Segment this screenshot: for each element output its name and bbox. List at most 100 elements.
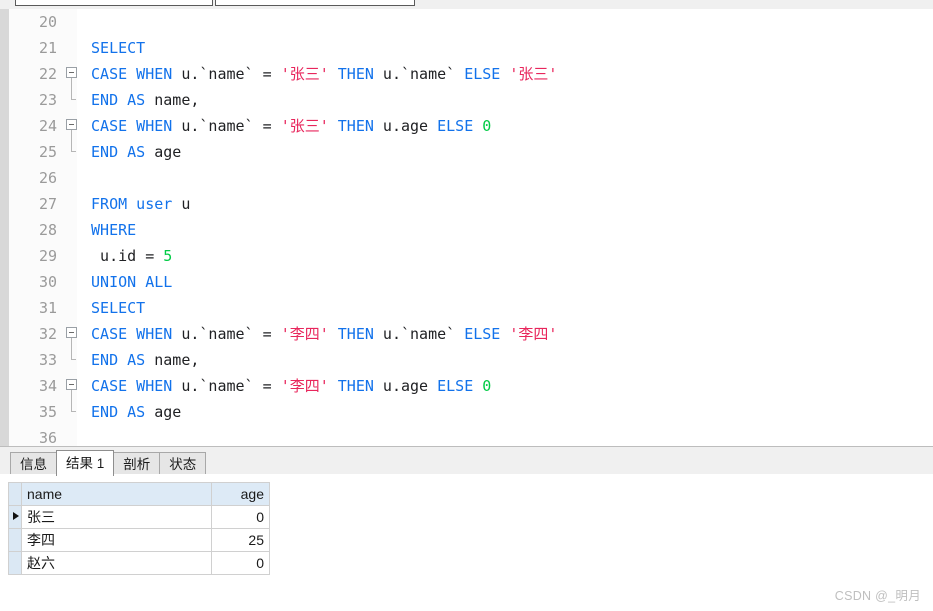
code-fold-toggle[interactable]	[64, 321, 82, 347]
cell-name[interactable]: 李四	[21, 528, 212, 552]
token-id	[82, 91, 91, 109]
editor-line[interactable]: 33 END AS name,	[9, 347, 933, 373]
editor-line[interactable]: 35 END AS age	[9, 399, 933, 425]
token-kw: END AS	[91, 351, 146, 369]
editor-line[interactable]: 30 UNION ALL	[9, 269, 933, 295]
line-number: 35	[38, 403, 57, 421]
token-str: '张三'	[280, 65, 329, 83]
code-fold-toggle[interactable]	[64, 61, 82, 87]
token-kw: SELECT	[91, 39, 146, 57]
line-content: u.id = 5	[82, 243, 172, 269]
line-content: WHERE	[82, 217, 136, 243]
line-content: FROM user u	[82, 191, 190, 217]
toolbar-input-right[interactable]	[215, 0, 415, 6]
cell-age[interactable]: 0	[211, 551, 270, 575]
token-id: u	[172, 195, 191, 213]
sql-editor[interactable]: 20 21 SELECT 22 CASE WHEN u.`name` = '张三' …	[0, 9, 933, 446]
line-number: 21	[38, 39, 57, 57]
code-fold-toggle[interactable]	[64, 113, 82, 139]
editor-line[interactable]: 31 SELECT	[9, 295, 933, 321]
token-id	[82, 221, 91, 239]
editor-line[interactable]: 26	[9, 165, 933, 191]
table-row[interactable]: 李四 25	[8, 528, 270, 552]
token-num: 0	[482, 117, 492, 135]
editor-code-area[interactable]: 20 21 SELECT 22 CASE WHEN u.`name` = '张三' …	[9, 9, 933, 446]
line-content: END AS name,	[82, 347, 199, 373]
token-id: name,	[145, 91, 200, 109]
token-id	[82, 299, 91, 317]
token-id	[329, 117, 338, 135]
table-row[interactable]: 张三 0	[8, 505, 270, 529]
editor-line[interactable]: 28 WHERE	[9, 217, 933, 243]
token-id	[329, 65, 338, 83]
line-number: 23	[38, 91, 57, 109]
watermark: CSDN @_明月	[834, 589, 921, 603]
editor-line[interactable]: 23 END AS name,	[9, 87, 933, 113]
token-id: u.`name` =	[172, 117, 281, 135]
editor-line[interactable]: 25 END AS age	[9, 139, 933, 165]
result-tab-2[interactable]: 剖析	[113, 452, 161, 476]
token-kw: ELSE	[437, 117, 474, 135]
line-number: 26	[38, 169, 57, 187]
editor-line[interactable]: 24 CASE WHEN u.`name` = '张三' THEN u.age …	[9, 113, 933, 139]
cell-name[interactable]: 张三	[21, 505, 212, 529]
line-number: 33	[38, 351, 57, 369]
token-id	[329, 325, 338, 343]
toolbar-input-left[interactable]	[15, 0, 213, 6]
cell-age[interactable]: 0	[211, 505, 270, 529]
column-header-name[interactable]: name	[21, 482, 212, 506]
token-id	[82, 273, 91, 291]
line-number: 32	[38, 325, 57, 343]
editor-line[interactable]: 27 FROM user u	[9, 191, 933, 217]
token-kw: SELECT	[91, 299, 146, 317]
code-fold-toggle[interactable]	[64, 373, 82, 399]
token-id	[82, 195, 91, 213]
column-header-age[interactable]: age	[211, 482, 270, 506]
result-tab-1[interactable]: 结果 1	[56, 450, 115, 476]
table-row[interactable]: 赵六 0	[8, 551, 270, 575]
line-number: 36	[38, 429, 57, 446]
line-content: CASE WHEN u.`name` = '李四' THEN u.age ELS…	[82, 373, 491, 399]
token-id: u.`name`	[373, 325, 465, 343]
row-selector-cell[interactable]	[8, 528, 22, 552]
editor-line[interactable]: 29 u.id = 5	[9, 243, 933, 269]
result-grid[interactable]: name age 张三 0 李四 25 赵六 0	[8, 482, 270, 575]
line-content: SELECT	[82, 295, 145, 321]
line-content: CASE WHEN u.`name` = '张三' THEN u.`name` …	[82, 61, 557, 87]
token-id	[82, 403, 91, 421]
token-id	[82, 377, 91, 395]
token-id: u.`name` =	[172, 65, 281, 83]
token-id	[329, 377, 338, 395]
token-kw: WHERE	[91, 221, 137, 239]
line-content: END AS age	[82, 139, 181, 165]
code-fold-end-marker	[64, 139, 82, 165]
line-number: 28	[38, 221, 57, 239]
token-kw: UNION ALL	[91, 273, 173, 291]
row-selector-cell[interactable]	[8, 551, 22, 575]
editor-line[interactable]: 32 CASE WHEN u.`name` = '李四' THEN u.`nam…	[9, 321, 933, 347]
token-kw: CASE WHEN	[91, 377, 173, 395]
token-id: u.`name` =	[172, 325, 281, 343]
line-number: 22	[38, 65, 57, 83]
token-kw: FROM user	[91, 195, 173, 213]
token-id	[82, 65, 91, 83]
cell-age[interactable]: 25	[211, 528, 270, 552]
editor-line[interactable]: 22 CASE WHEN u.`name` = '张三' THEN u.`nam…	[9, 61, 933, 87]
token-id: u.`name`	[373, 65, 465, 83]
result-tab-3[interactable]: 状态	[159, 452, 207, 476]
cell-name[interactable]: 赵六	[21, 551, 212, 575]
token-id	[473, 117, 482, 135]
line-number: 27	[38, 195, 57, 213]
editor-line[interactable]: 34 CASE WHEN u.`name` = '李四' THEN u.age …	[9, 373, 933, 399]
token-kw: END AS	[91, 143, 146, 161]
editor-line[interactable]: 36	[9, 425, 933, 446]
token-num: 5	[163, 247, 173, 265]
result-tab-0[interactable]: 信息	[10, 452, 57, 476]
row-selector-header	[8, 482, 22, 506]
editor-line[interactable]: 21 SELECT	[9, 35, 933, 61]
result-grid-panel: name age 张三 0 李四 25 赵六 0	[0, 474, 933, 611]
token-id: u.age	[373, 117, 438, 135]
line-content: CASE WHEN u.`name` = '张三' THEN u.age ELS…	[82, 113, 491, 139]
current-row-indicator-icon[interactable]	[8, 505, 22, 529]
editor-line[interactable]: 20	[9, 9, 933, 35]
